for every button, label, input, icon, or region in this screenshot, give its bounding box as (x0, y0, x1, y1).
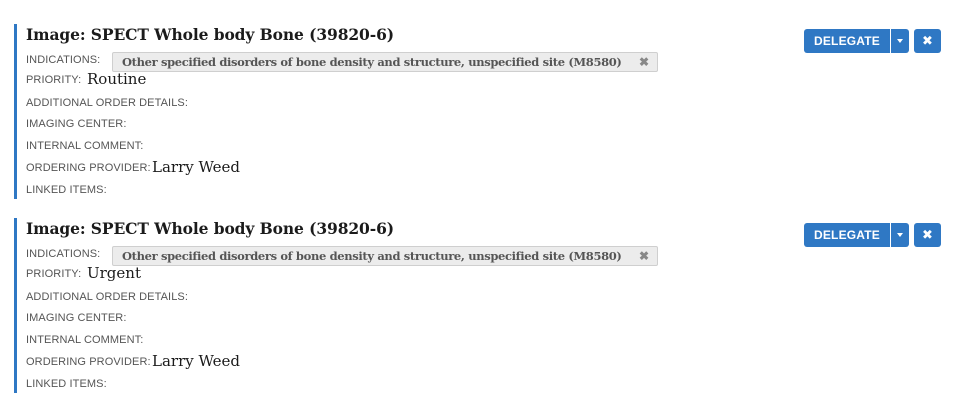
indication-tag-text: Other specified disorders of bone densit… (122, 55, 622, 69)
order-title: Image: SPECT Whole body Bone (39820-6) (26, 219, 394, 238)
ordering-provider-value: Larry Weed (152, 158, 241, 176)
internal-comment-label: INTERNAL COMMENT: (26, 140, 144, 152)
indication-tag: Other specified disorders of bone densit… (112, 246, 658, 266)
order-title: Image: SPECT Whole body Bone (39820-6) (26, 25, 394, 44)
order-accent-bar (14, 218, 17, 393)
close-icon: ✖ (922, 227, 933, 243)
priority-label: PRIORITY: (26, 74, 82, 86)
indication-tag: Other specified disorders of bone densit… (112, 52, 658, 72)
delegate-button-group: DELEGATE (804, 29, 909, 53)
remove-order-button[interactable]: ✖ (914, 29, 941, 53)
priority-value: Routine (87, 70, 147, 88)
order-list: Image: SPECT Whole body Bone (39820-6) I… (0, 0, 959, 411)
delegate-dropdown-toggle[interactable] (891, 223, 909, 247)
imaging-center-label: IMAGING CENTER: (26, 118, 127, 130)
ordering-provider-value: Larry Weed (152, 352, 241, 370)
close-icon: ✖ (922, 33, 933, 49)
priority-value: Urgent (87, 264, 141, 282)
indications-label: INDICATIONS: (26, 54, 101, 66)
delegate-button-group: DELEGATE (804, 223, 909, 247)
order-accent-bar (14, 24, 17, 199)
ordering-provider-label: ORDERING PROVIDER: (26, 356, 151, 368)
indications-label: INDICATIONS: (26, 248, 101, 260)
delegate-button[interactable]: DELEGATE (804, 29, 890, 53)
chevron-down-icon (897, 233, 903, 237)
tag-remove-icon[interactable]: ✖ (639, 55, 649, 69)
linked-items-label: LINKED ITEMS: (26, 184, 107, 196)
indication-tag-text: Other specified disorders of bone densit… (122, 249, 622, 263)
priority-label: PRIORITY: (26, 268, 82, 280)
chevron-down-icon (897, 39, 903, 43)
delegate-button[interactable]: DELEGATE (804, 223, 890, 247)
additional-order-details-label: ADDITIONAL ORDER DETAILS: (26, 97, 189, 109)
order-card: Image: SPECT Whole body Bone (39820-6) I… (14, 218, 949, 393)
linked-items-label: LINKED ITEMS: (26, 378, 107, 390)
additional-order-details-label: ADDITIONAL ORDER DETAILS: (26, 291, 189, 303)
tag-remove-icon[interactable]: ✖ (639, 249, 649, 263)
internal-comment-label: INTERNAL COMMENT: (26, 334, 144, 346)
delegate-dropdown-toggle[interactable] (891, 29, 909, 53)
imaging-center-label: IMAGING CENTER: (26, 312, 127, 324)
order-card: Image: SPECT Whole body Bone (39820-6) I… (14, 24, 949, 199)
remove-order-button[interactable]: ✖ (914, 223, 941, 247)
ordering-provider-label: ORDERING PROVIDER: (26, 162, 151, 174)
